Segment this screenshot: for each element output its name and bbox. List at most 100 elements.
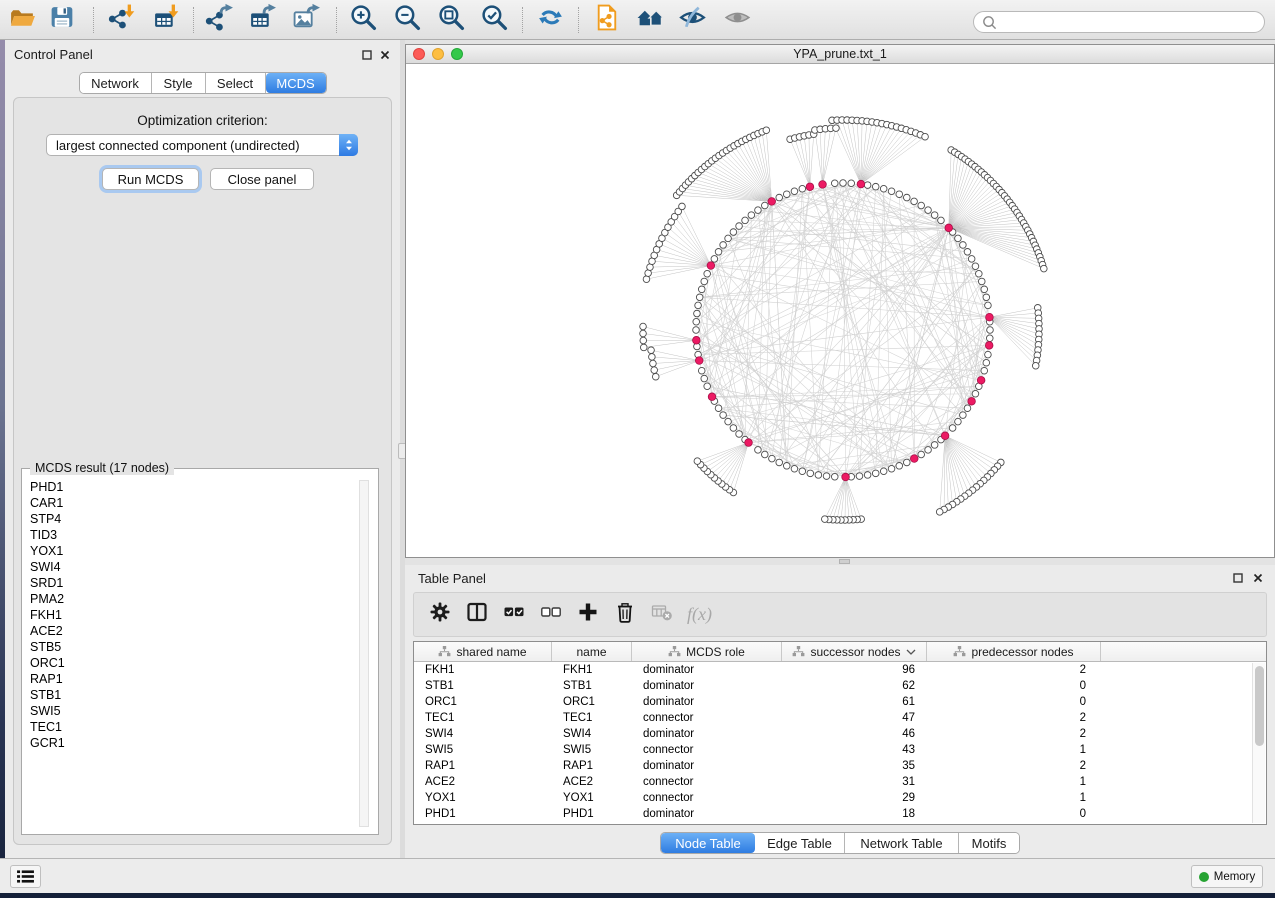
share-document-button[interactable] — [589, 3, 625, 37]
graph-node[interactable] — [640, 337, 647, 344]
float-window-icon[interactable] — [360, 48, 374, 62]
graph-node[interactable] — [949, 425, 956, 432]
graph-node[interactable] — [711, 256, 718, 263]
table-cell[interactable]: STB1 — [414, 678, 552, 694]
close-panel-button[interactable]: Close panel — [210, 168, 314, 190]
close-panel-icon[interactable] — [378, 48, 392, 62]
graph-node[interactable] — [1041, 265, 1048, 272]
mcds-list-scrollbar[interactable] — [359, 480, 369, 827]
table-cell[interactable]: PHD1 — [552, 806, 632, 822]
table-cell[interactable]: dominator — [632, 662, 782, 678]
table-cell[interactable]: SWI5 — [552, 742, 632, 758]
graph-node[interactable] — [960, 412, 967, 419]
table-cell[interactable]: 2 — [927, 758, 1101, 774]
tab-style[interactable]: Style — [152, 73, 206, 93]
graph-node[interactable] — [976, 270, 983, 277]
graph-node[interactable] — [791, 188, 798, 195]
graph-node-mcds[interactable] — [941, 432, 949, 440]
table-cell[interactable]: 43 — [782, 742, 927, 758]
table-cell[interactable]: YOX1 — [414, 790, 552, 806]
zoom-in-button[interactable] — [345, 3, 381, 37]
graph-node[interactable] — [815, 472, 822, 479]
table-cell[interactable]: 2 — [927, 662, 1101, 678]
table-cell[interactable]: SWI4 — [414, 726, 552, 742]
table-row[interactable]: ORC1ORC1dominator610 — [414, 694, 1266, 710]
run-mcds-button[interactable]: Run MCDS — [102, 168, 199, 190]
graph-node[interactable] — [783, 191, 790, 198]
table-cell[interactable]: 35 — [782, 758, 927, 774]
graph-node[interactable] — [695, 302, 702, 309]
hide-graphics-details-button[interactable] — [674, 3, 710, 37]
table-cell[interactable]: 46 — [782, 726, 927, 742]
graph-node[interactable] — [985, 302, 992, 309]
graph-node[interactable] — [968, 256, 975, 263]
table-row[interactable]: RAP1RAP1dominator352 — [414, 758, 1266, 774]
mcds-result-item[interactable]: ORC1 — [30, 655, 352, 671]
graph-node[interactable] — [880, 185, 887, 192]
graph-node[interactable] — [725, 235, 732, 242]
tab-motifs[interactable]: Motifs — [959, 833, 1019, 853]
graph-node-mcds[interactable] — [745, 439, 753, 447]
table-cell[interactable]: 1 — [927, 742, 1101, 758]
graph-node[interactable] — [856, 473, 863, 480]
table-row[interactable]: SWI4SWI4dominator462 — [414, 726, 1266, 742]
graph-node[interactable] — [981, 367, 988, 374]
graph-node[interactable] — [807, 470, 814, 477]
graph-node[interactable] — [960, 242, 967, 249]
graph-node[interactable] — [650, 360, 657, 367]
graph-node[interactable] — [888, 465, 895, 472]
graph-node[interactable] — [922, 133, 929, 140]
graph-node[interactable] — [864, 182, 871, 189]
graph-node[interactable] — [925, 207, 932, 214]
graph-node[interactable] — [643, 276, 650, 283]
graph-node[interactable] — [799, 468, 806, 475]
graph-node[interactable] — [925, 447, 932, 454]
graph-node[interactable] — [911, 198, 918, 205]
graph-node[interactable] — [896, 463, 903, 470]
mcds-result-item[interactable]: PMA2 — [30, 591, 352, 607]
graph-node[interactable] — [704, 383, 711, 390]
graph-node[interactable] — [1032, 362, 1039, 369]
graph-node[interactable] — [694, 458, 701, 465]
mcds-result-item[interactable]: GCR1 — [30, 735, 352, 751]
graph-node[interactable] — [736, 431, 743, 438]
table-cell[interactable]: connector — [632, 742, 782, 758]
table-row[interactable]: PHD1PHD1dominator180 — [414, 806, 1266, 822]
table-scrollbar[interactable] — [1252, 663, 1265, 823]
graph-node[interactable] — [896, 191, 903, 198]
graph-node[interactable] — [955, 418, 962, 425]
table-cell[interactable]: 1 — [927, 774, 1101, 790]
export-table-button[interactable] — [244, 3, 280, 37]
table-cell[interactable]: 2 — [927, 710, 1101, 726]
table-cell[interactable]: ORC1 — [552, 694, 632, 710]
refresh-layout-button[interactable] — [532, 3, 568, 37]
mcds-result-item[interactable]: RAP1 — [30, 671, 352, 687]
graph-node-mcds[interactable] — [857, 180, 865, 188]
table-cell[interactable]: 0 — [927, 694, 1101, 710]
column-header-shared-name[interactable]: shared name — [414, 642, 552, 661]
tab-mcds[interactable]: MCDS — [266, 73, 326, 93]
tab-edge-table[interactable]: Edge Table — [755, 833, 845, 853]
graph-node-mcds[interactable] — [842, 473, 850, 481]
graph-node[interactable] — [872, 470, 879, 477]
mcds-result-item[interactable]: TEC1 — [30, 719, 352, 735]
tab-select[interactable]: Select — [206, 73, 266, 93]
table-cell[interactable]: connector — [632, 710, 782, 726]
table-cell[interactable]: RAP1 — [414, 758, 552, 774]
table-scrollbar-thumb[interactable] — [1255, 666, 1264, 746]
graph-node[interactable] — [755, 447, 762, 454]
horizontal-splitter-handle[interactable] — [839, 559, 850, 564]
table-cell[interactable]: 62 — [782, 678, 927, 694]
delete-column-button[interactable] — [613, 603, 637, 627]
column-header-MCDS-role[interactable]: MCDS role — [632, 642, 782, 661]
close-panel-icon[interactable] — [1251, 571, 1265, 585]
graph-node[interactable] — [918, 202, 925, 209]
mcds-result-item[interactable]: TID3 — [30, 527, 352, 543]
graph-node[interactable] — [799, 185, 806, 192]
graph-node-mcds[interactable] — [945, 224, 953, 232]
graph-node[interactable] — [791, 465, 798, 472]
graph-node[interactable] — [736, 223, 743, 230]
graph-node[interactable] — [763, 127, 770, 134]
graph-node[interactable] — [701, 375, 708, 382]
graph-node[interactable] — [720, 412, 727, 419]
